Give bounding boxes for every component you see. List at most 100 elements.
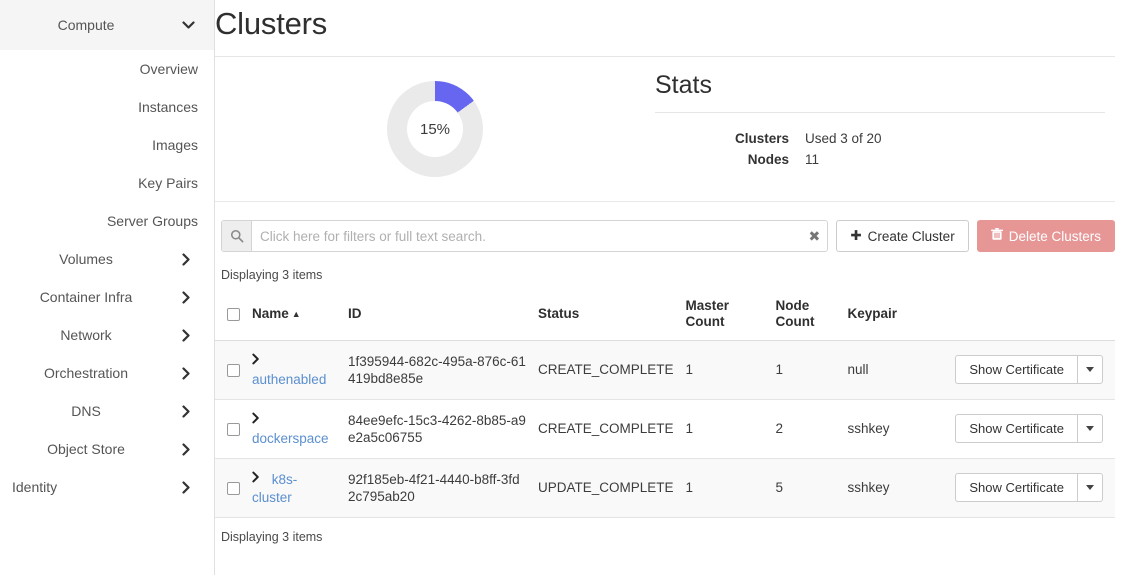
sidebar-item-label: Network: [12, 327, 182, 343]
row-id-cell: 92f185eb-4f21-4440-b8ff-3fd2c795ab20: [342, 458, 532, 517]
sidebar-item-volumes[interactable]: Volumes: [0, 240, 214, 278]
chevron-right-icon: [182, 291, 198, 304]
search-input[interactable]: [252, 221, 801, 251]
expand-row-icon[interactable]: [252, 471, 260, 488]
expand-row-icon[interactable]: [252, 353, 260, 370]
select-all-checkbox[interactable]: [227, 308, 240, 321]
sidebar-item-label: DNS: [12, 403, 182, 419]
chevron-right-icon: [182, 405, 198, 418]
row-actions-cell: Show Certificate: [932, 399, 1115, 458]
app-root: Compute Overview Instances Images Key Pa…: [0, 0, 1125, 575]
caret-down-icon: [1086, 485, 1094, 490]
clear-search-icon[interactable]: ✖: [801, 221, 827, 251]
sidebar-item-overview[interactable]: Overview: [0, 50, 214, 88]
delete-clusters-button[interactable]: Delete Clusters: [977, 220, 1115, 252]
caret-down-icon: [1086, 367, 1094, 372]
sidebar-item-object-store[interactable]: Object Store: [0, 430, 214, 468]
donut-chart: 15%: [387, 81, 483, 177]
sidebar-item-instances[interactable]: Instances: [0, 88, 214, 126]
row-actions-dropdown-toggle[interactable]: [1077, 473, 1103, 502]
table-toolbar: ✖ ✚ Create Cluster Delete Cl: [215, 202, 1115, 252]
row-id-cell: 84ee9efc-15c3-4262-8b85-a9e2a5c06755: [342, 399, 532, 458]
sidebar-item-images[interactable]: Images: [0, 126, 214, 164]
page-title: Clusters: [215, 0, 1115, 42]
plus-icon: ✚: [850, 228, 861, 244]
row-node-count-cell: 2: [770, 399, 842, 458]
column-header-status[interactable]: Status: [532, 292, 680, 341]
sidebar-item-label: Overview: [140, 61, 198, 77]
create-cluster-button[interactable]: ✚ Create Cluster: [836, 220, 968, 252]
donut-center-label: 15%: [407, 101, 463, 157]
sidebar-item-label: Object Store: [12, 441, 182, 457]
sidebar-item-dns[interactable]: DNS: [0, 392, 214, 430]
show-certificate-button[interactable]: Show Certificate: [955, 414, 1077, 443]
row-actions-dropdown-toggle[interactable]: [1077, 414, 1103, 443]
cluster-name-link[interactable]: authenabled: [252, 372, 326, 387]
row-master-count-cell: 1: [680, 458, 770, 517]
search-group: ✖: [221, 220, 828, 252]
create-cluster-label: Create Cluster: [868, 229, 955, 244]
select-all-header: [215, 292, 246, 341]
column-header-keypair[interactable]: Keypair: [842, 292, 932, 341]
sidebar-item-label: Images: [152, 137, 198, 153]
row-status-cell: CREATE_COMPLETE: [532, 341, 680, 400]
sidebar-item-identity[interactable]: Identity: [0, 468, 214, 506]
stat-value: 11: [805, 150, 819, 170]
row-id-cell: 1f395944-682c-495a-876c-61419bd8e85e: [342, 341, 532, 400]
row-node-count-cell: 1: [770, 341, 842, 400]
row-select-cell: [215, 341, 246, 400]
row-name-cell: dockerspace: [246, 399, 342, 458]
stat-label: Clusters: [655, 129, 805, 149]
sidebar-item-label: Orchestration: [12, 365, 182, 381]
sidebar-item-label: Volumes: [12, 251, 182, 267]
sidebar-item-key-pairs[interactable]: Key Pairs: [0, 164, 214, 202]
cluster-usage-chart: 15%: [215, 71, 655, 177]
sidebar-item-orchestration[interactable]: Orchestration: [0, 354, 214, 392]
row-checkbox[interactable]: [227, 423, 240, 436]
row-node-count-cell: 5: [770, 458, 842, 517]
table-row: authenabled 1f395944-682c-495a-876c-6141…: [215, 341, 1115, 400]
table-head: Name▲ ID Status Master Count Node Count …: [215, 292, 1115, 341]
cluster-name-link[interactable]: dockerspace: [252, 431, 329, 446]
sidebar-group-compute[interactable]: Compute: [0, 0, 214, 50]
column-header-master-count[interactable]: Master Count: [680, 292, 770, 341]
sidebar-group-label: Compute: [12, 17, 182, 33]
show-certificate-button[interactable]: Show Certificate: [955, 473, 1077, 502]
sidebar-item-label: Key Pairs: [138, 175, 198, 191]
row-actions-cell: Show Certificate: [932, 458, 1115, 517]
column-header-node-count[interactable]: Node Count: [770, 292, 842, 341]
row-checkbox[interactable]: [227, 482, 240, 495]
row-select-cell: [215, 399, 246, 458]
displaying-count-bottom: Displaying 3 items: [215, 518, 1115, 544]
column-header-name[interactable]: Name▲: [246, 292, 342, 341]
chevron-right-icon: [182, 329, 198, 342]
sidebar-item-label: Identity: [12, 479, 182, 495]
table-header-row: Name▲ ID Status Master Count Node Count …: [215, 292, 1115, 341]
row-master-count-cell: 1: [680, 399, 770, 458]
table-row: dockerspace 84ee9efc-15c3-4262-8b85-a9e2…: [215, 399, 1115, 458]
row-actions-cell: Show Certificate: [932, 341, 1115, 400]
stats-panel: Stats Clusters Used 3 of 20 Nodes 11: [655, 71, 1115, 171]
expand-row-icon[interactable]: [252, 412, 260, 429]
sidebar-item-container-infra[interactable]: Container Infra: [0, 278, 214, 316]
chevron-down-icon: [182, 21, 198, 30]
sidebar-item-label: Container Infra: [12, 289, 182, 305]
row-actions-dropdown-toggle[interactable]: [1077, 355, 1103, 384]
stats-divider: [655, 112, 1105, 113]
sidebar-item-server-groups[interactable]: Server Groups: [0, 202, 214, 240]
stat-value: Used 3 of 20: [805, 129, 882, 149]
row-status-cell: UPDATE_COMPLETE: [532, 458, 680, 517]
table-row: k8s-cluster 92f185eb-4f21-4440-b8ff-3fd2…: [215, 458, 1115, 517]
stat-label: Nodes: [655, 150, 805, 170]
chevron-right-icon: [182, 253, 198, 266]
show-certificate-button[interactable]: Show Certificate: [955, 355, 1077, 384]
row-name-cell: authenabled: [246, 341, 342, 400]
chevron-right-icon: [182, 367, 198, 380]
trash-icon: [991, 228, 1003, 244]
row-name-cell: k8s-cluster: [246, 458, 342, 517]
delete-clusters-label: Delete Clusters: [1009, 229, 1101, 244]
column-header-id[interactable]: ID: [342, 292, 532, 341]
row-checkbox[interactable]: [227, 364, 240, 377]
sidebar-item-network[interactable]: Network: [0, 316, 214, 354]
row-keypair-cell: sshkey: [842, 399, 932, 458]
